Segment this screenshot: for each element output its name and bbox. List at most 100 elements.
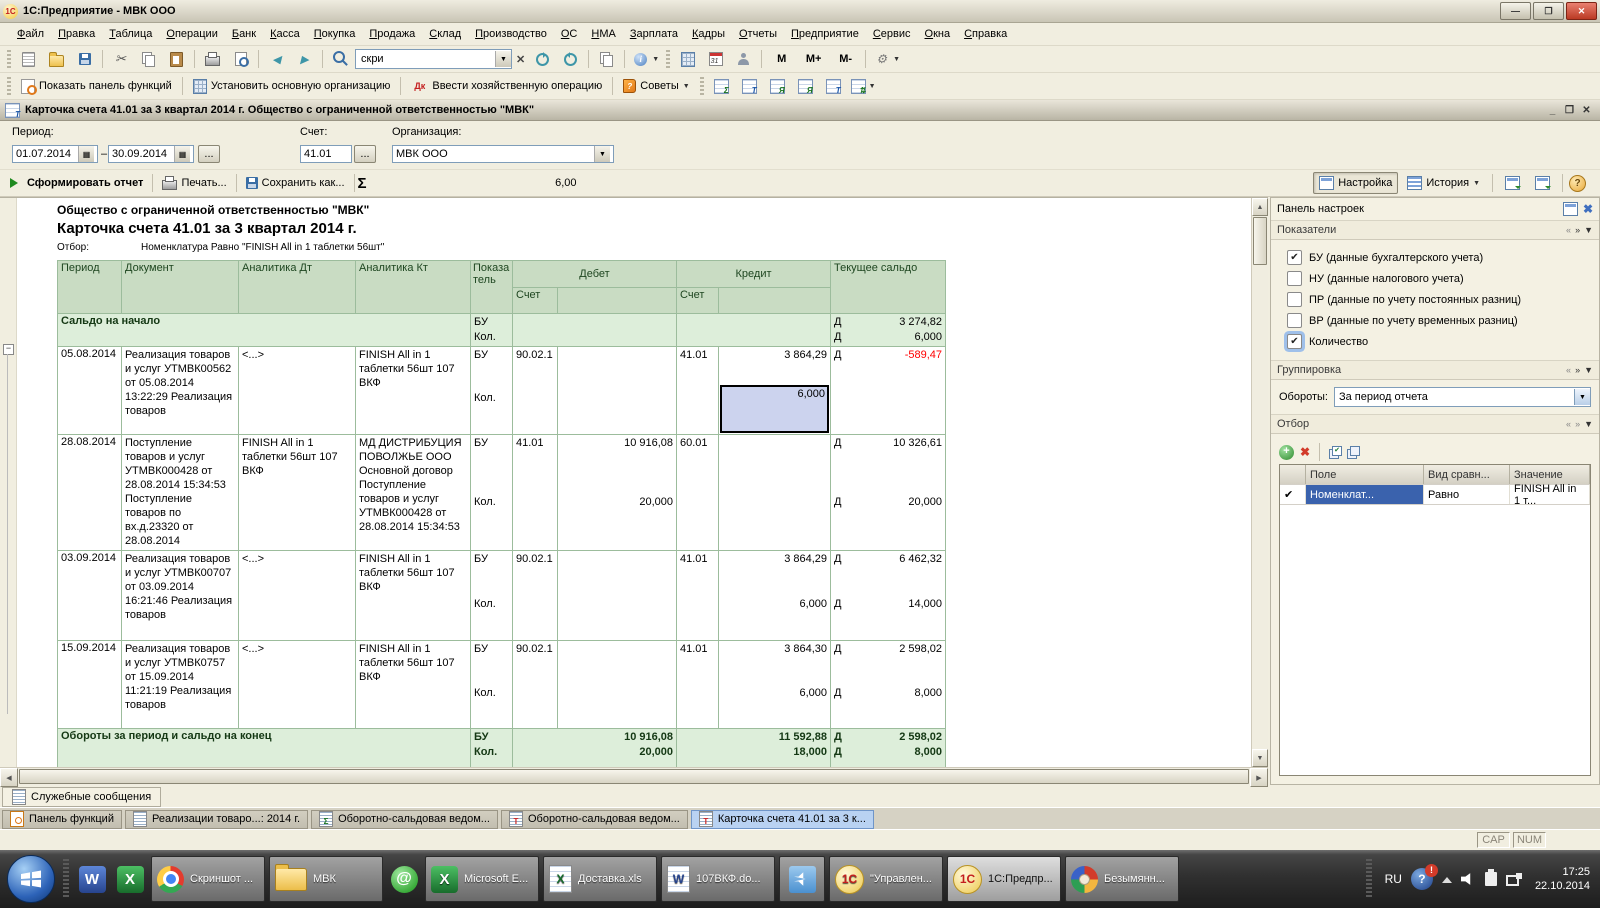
taskbar-button[interactable]: XДоставка.xls [543,856,657,902]
cell-debit-amount[interactable] [558,551,677,641]
cell-debit-amount[interactable] [558,347,677,435]
report-tool-5-button[interactable] [820,75,847,98]
col-period[interactable]: Период [58,261,122,314]
report-tool-1-button[interactable] [708,75,735,98]
window-tab[interactable]: Реализации товаро...: 2014 г. [125,810,308,829]
cell-debit-account[interactable]: 90.02.1 [513,551,558,641]
turnovers-dropdown-icon[interactable]: ▼ [1574,389,1590,405]
back-button[interactable] [263,48,290,71]
forward-button[interactable] [291,48,318,71]
filter-row[interactable]: ✔Номенклат...РавноFINISH All in 1 т... [1280,485,1590,505]
cell-indicator[interactable]: БУКол. [471,435,513,551]
clear-search-button[interactable]: ✕ [513,53,528,66]
cut-button[interactable] [107,48,134,71]
toolbar-grip[interactable] [7,50,11,68]
indicator-option[interactable]: ПР (данные по учету постоянных разниц) [1287,289,1595,310]
calendar-picker-icon[interactable]: ▦ [78,146,94,162]
menu-item-Кадры[interactable]: Кадры [685,25,732,43]
col-credit[interactable]: Кредит [677,261,831,288]
save-button[interactable] [71,48,98,71]
enter-operation-button[interactable]: Дк Ввести хозяйственную операцию [405,75,608,97]
checkbox-icon[interactable] [1287,292,1302,307]
report-tool-2-button[interactable] [736,75,763,98]
cell-debit-account[interactable]: 90.02.1 [513,641,558,729]
taskbar-button[interactable]: МВК [269,856,383,902]
cell-credit-account[interactable]: 41.01 [677,551,719,641]
calendar-button[interactable] [702,48,729,71]
checkbox-icon[interactable]: ✔ [1287,250,1302,265]
find-previous-button[interactable] [557,48,584,71]
show-hidden-icons[interactable] [1442,872,1452,883]
collapse-left-icon[interactable]: « [1566,225,1571,235]
vertical-scrollbar[interactable]: ▲ ▼ [1251,198,1268,767]
memory-plus-button[interactable]: М+ [798,48,829,71]
cell-document[interactable]: Реализация товаров и услуг УТМВК0757 от … [122,641,239,729]
load-settings-button[interactable] [1499,172,1526,195]
menu-item-Файл[interactable]: Файл [10,25,51,43]
new-document-button[interactable] [15,48,42,71]
window-tab[interactable]: TКарточка счета 41.01 за 3 к... [691,810,874,829]
cell-debit-account[interactable]: 90.02.1 [513,347,558,435]
cell-credit-amount[interactable]: 3 864,306,000 [719,641,831,729]
cell-saldo[interactable]: Д-589,47 [831,347,946,435]
collapse-left-icon[interactable]: « [1566,419,1571,429]
history-button[interactable]: История ▼ [1401,172,1486,194]
indicator-option[interactable]: ВР (данные по учету временных разниц) [1287,310,1595,331]
col-document[interactable]: Документ [122,261,239,314]
menu-item-Сервис[interactable]: Сервис [866,25,918,43]
close-panel-icon[interactable]: ✖ [1583,202,1593,216]
menu-item-Производство[interactable]: Производство [468,25,554,43]
calculator-button[interactable] [674,48,701,71]
cell-credit[interactable] [677,314,831,347]
cell-credit-amount[interactable]: 3 864,296,000 [719,551,831,641]
menu-item-Правка[interactable]: Правка [51,25,102,43]
restore-button[interactable]: ❐ [1533,2,1564,20]
cell-saldo[interactable]: Д3 274,82 Д6,000 [831,314,946,347]
cell-saldo[interactable]: Д6 462,32Д14,000 [831,551,946,641]
cell-document[interactable]: Реализация товаров и услуг УТМВК00562 от… [122,347,239,435]
menu-item-НМА[interactable]: НМА [584,25,622,43]
cell-analytics-dt[interactable]: <...> [239,551,356,641]
cell-analytics-kt[interactable]: FINISH All in 1 таблетки 56шт 107 ВКФ [356,347,471,435]
col-analytics-dt[interactable]: Аналитика Дт [239,261,356,314]
filter-row-field[interactable]: Номенклат... [1306,485,1424,504]
taskbar-button[interactable]: XMicrosoft E... [425,856,539,902]
period-to-field[interactable]: 30.09.2014 ▦ [108,145,194,163]
cell-indicator[interactable]: БУ Кол. [471,314,513,347]
period-choose-button[interactable]: ... [198,145,220,163]
copy-button[interactable] [135,48,162,71]
cell-saldo[interactable]: Д2 598,02Д8,000 [831,641,946,729]
cell-debit-amount[interactable] [558,641,677,729]
menu-item-Справка[interactable]: Справка [957,25,1014,43]
doc-minimize-button[interactable]: _ [1544,105,1561,116]
cell-period[interactable]: 05.08.2014 [58,347,122,435]
cell-credit-account[interactable]: 60.01 [677,435,719,551]
cell-analytics-dt[interactable]: FINISH All in 1 таблетки 56шт 107 ВКФ [239,435,356,551]
cell-period[interactable]: 15.09.2014 [58,641,122,729]
window-tab[interactable]: TОборотно-сальдовая ведом... [501,810,688,829]
taskbar-pinned-item[interactable]: W [74,856,110,902]
cell-debit-amount[interactable]: 10 916,0820,000 [558,435,677,551]
vertical-scroll-thumb[interactable] [1253,217,1267,265]
col-credit-amount[interactable] [719,288,831,314]
collapse-left-icon[interactable]: « [1566,365,1571,375]
report-tool-3-button[interactable] [764,75,791,98]
info-button[interactable]: i▼ [629,48,662,71]
filter-value-column[interactable]: Значение [1510,465,1590,484]
search-dropdown-button[interactable]: ▼ [495,51,511,67]
account-field[interactable]: 41.01 [300,145,352,163]
horizontal-scroll-thumb[interactable] [19,769,1249,784]
window-tab[interactable]: ΣОборотно-сальдовая ведом... [311,810,498,829]
col-debit-amount[interactable] [558,288,677,314]
period-from-field[interactable]: 01.07.2014 ▦ [12,145,98,163]
turnovers-select[interactable]: За период отчета ▼ [1334,387,1591,407]
cell-credit-account[interactable]: 41.01 [677,641,719,729]
checkbox-icon[interactable] [1287,313,1302,328]
account-choose-button[interactable]: ... [354,145,376,163]
cell-analytics-dt[interactable]: <...> [239,641,356,729]
checkbox-icon[interactable]: ✔ [1287,334,1302,349]
delete-filter-button[interactable]: ✖ [1300,445,1310,459]
user-lock-button[interactable] [730,48,757,71]
indicators-section-header[interactable]: Показатели « » ▼ [1271,220,1599,240]
menu-item-Таблица[interactable]: Таблица [102,25,159,43]
